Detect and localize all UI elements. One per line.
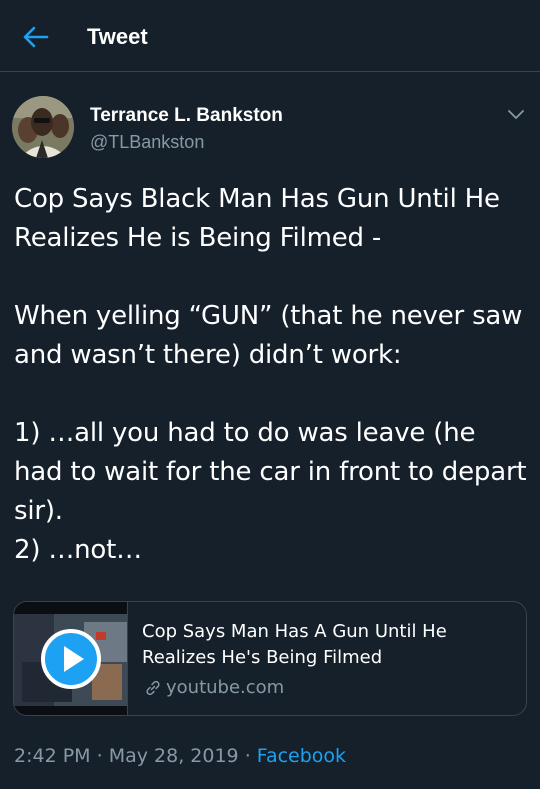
link-preview-card[interactable]: Cop Says Man Has A Gun Until He Realizes… — [13, 601, 527, 716]
tweet-time: 2:42 PM — [14, 745, 91, 767]
meta-separator: · — [244, 745, 251, 767]
more-options-button[interactable] — [504, 102, 528, 126]
tweet-meta: 2:42 PM · May 28, 2019 · Facebook — [14, 742, 346, 770]
card-domain-text: youtube.com — [166, 677, 285, 698]
video-thumbnail[interactable] — [14, 602, 128, 715]
link-icon — [146, 680, 160, 696]
back-button[interactable] — [18, 22, 52, 52]
tweet-paragraph: Cop Says Black Man Has Gun Until He Real… — [14, 184, 500, 253]
tweet-date: May 28, 2019 — [108, 745, 239, 767]
tweet-paragraph: When yelling “GUN” (that he never saw an… — [14, 301, 523, 370]
avatar-photo — [12, 96, 74, 158]
play-icon[interactable] — [41, 629, 101, 689]
chevron-down-icon — [508, 110, 524, 119]
author-name[interactable]: Terrance L. Bankston — [90, 104, 283, 128]
card-domain: youtube.com — [144, 675, 284, 701]
top-bar: Tweet — [0, 0, 540, 72]
tweet-paragraph: 1) …all you had to do was leave (he had … — [14, 418, 527, 565]
tweet-text: Cop Says Black Man Has Gun Until He Real… — [14, 180, 530, 570]
tweet-source-link[interactable]: Facebook — [257, 745, 346, 767]
card-title: Cop Says Man Has A Gun Until He Realizes… — [142, 621, 447, 668]
avatar[interactable] — [12, 96, 74, 158]
author-handle[interactable]: @TLBankston — [90, 130, 204, 154]
arrow-left-icon — [23, 26, 49, 48]
meta-separator: · — [96, 745, 103, 767]
page-title: Tweet — [87, 24, 148, 49]
